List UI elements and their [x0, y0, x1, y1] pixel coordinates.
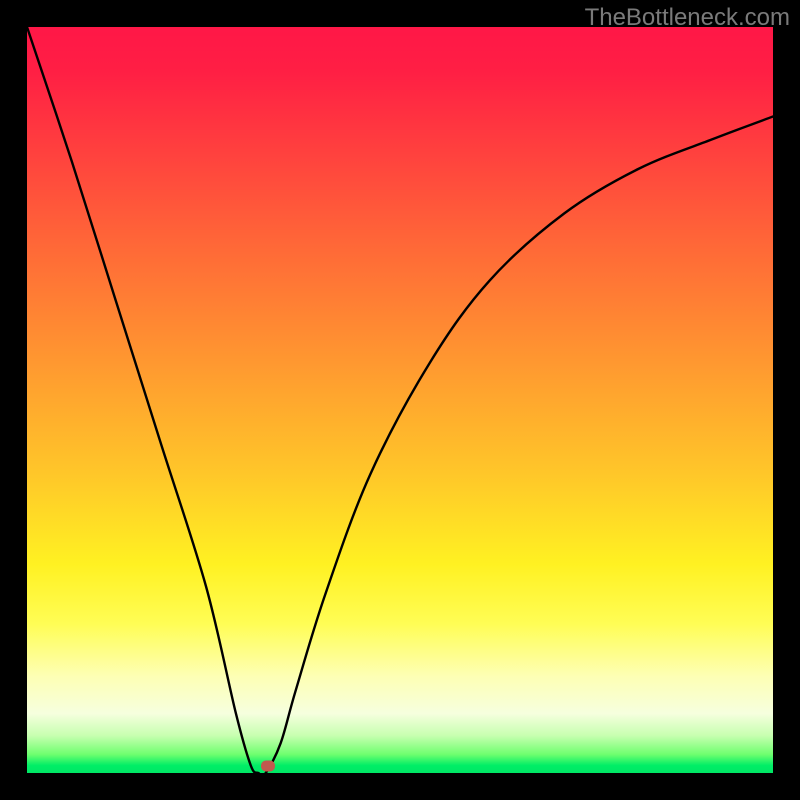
optimal-point-marker	[261, 760, 275, 771]
watermark-label: TheBottleneck.com	[585, 4, 790, 32]
plot-area	[27, 27, 773, 773]
bottleneck-curve	[27, 27, 773, 773]
chart-frame: TheBottleneck.com	[0, 0, 800, 800]
